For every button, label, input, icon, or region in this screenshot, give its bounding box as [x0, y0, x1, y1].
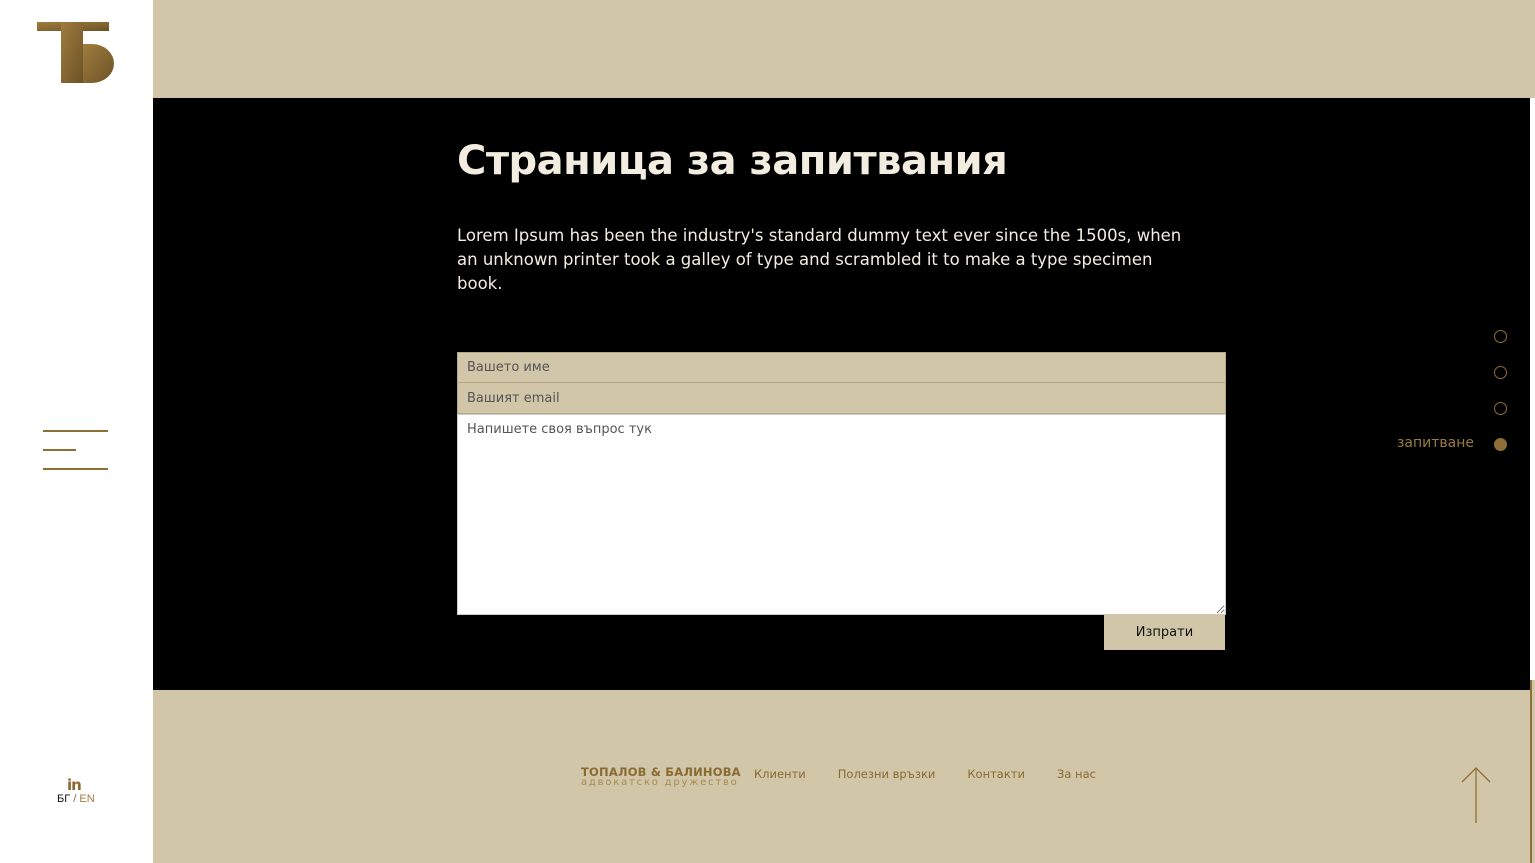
brand-tagline: адвокатско дружество: [581, 777, 739, 788]
tb-monogram-icon[interactable]: [37, 22, 115, 83]
section-dot[interactable]: [1494, 366, 1507, 379]
footer: ТОПАЛОВ & БАЛИНОВА адвокатско дружество …: [153, 690, 1535, 863]
arrow-up-icon[interactable]: [1460, 766, 1492, 824]
footer-link-clients[interactable]: Клиенти: [754, 767, 806, 781]
footer-link-contacts[interactable]: Контакти: [967, 767, 1025, 781]
section-dot[interactable]: [1494, 402, 1507, 415]
question-field[interactable]: [457, 414, 1226, 615]
linkedin-icon[interactable]: in: [67, 776, 82, 794]
menu-toggle-button[interactable]: [43, 430, 109, 472]
language-switcher: БГ / EN: [57, 793, 95, 805]
email-field[interactable]: [457, 383, 1226, 414]
lang-bg-link[interactable]: БГ: [57, 793, 70, 805]
footer-link-about[interactable]: За нас: [1057, 767, 1096, 781]
inquiry-section: Страница за запитвания Lorem Ipsum has b…: [153, 98, 1530, 690]
inquiry-form: Изпрати: [457, 352, 1226, 650]
menu-line: [43, 449, 76, 451]
name-field[interactable]: [457, 352, 1226, 383]
submit-button[interactable]: Изпрати: [1104, 614, 1225, 650]
intro-text: Lorem Ipsum has been the industry's stan…: [457, 226, 1182, 293]
section-dot-label[interactable]: запитване: [1397, 435, 1474, 451]
footer-link-useful-links[interactable]: Полезни връзки: [838, 767, 936, 781]
top-band: [153, 0, 1535, 98]
lang-separator: /: [73, 793, 77, 805]
footer-brand[interactable]: ТОПАЛОВ & БАЛИНОВА адвокатско дружество: [581, 765, 741, 788]
sidebar: in БГ / EN: [0, 0, 153, 863]
page-title: Страница за запитвания: [457, 138, 1008, 184]
footer-links: Клиенти Полезни връзки Контакти За нас: [754, 767, 1096, 781]
lang-en-link[interactable]: EN: [79, 793, 94, 805]
menu-line: [43, 468, 108, 470]
footer-edge: [1530, 680, 1535, 863]
section-dot-active[interactable]: [1494, 438, 1507, 451]
menu-line: [43, 430, 108, 432]
section-dot[interactable]: [1494, 330, 1507, 343]
